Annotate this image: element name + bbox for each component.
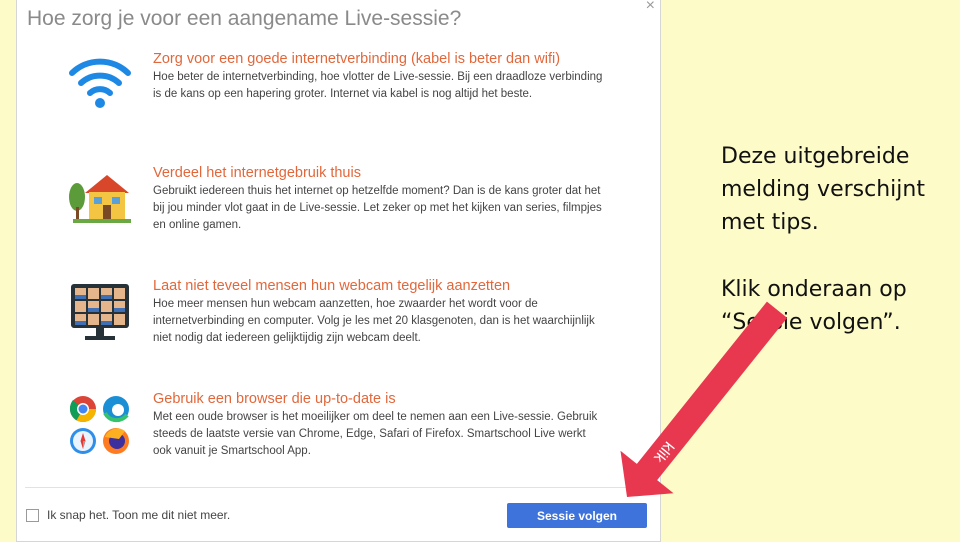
dialog-title: Hoe zorg je voor een aangename Live-sess… <box>27 7 462 30</box>
tip-heading: Gebruik een browser die up-to-date is <box>153 391 396 407</box>
tip-item: Verdeel het internetgebruik thuis Gebrui… <box>17 165 657 235</box>
tip-text: Hoe meer mensen hun webcam aanzetten, ho… <box>153 298 595 344</box>
tip-heading: Verdeel het internetgebruik thuis <box>153 165 361 181</box>
tip-item: Gebruik een browser die up-to-date is Me… <box>17 391 657 461</box>
dont-show-again-checkbox[interactable] <box>26 509 39 522</box>
tip-text: Met een oude browser is het moeilijker o… <box>153 411 598 457</box>
house-icon <box>67 169 133 233</box>
follow-session-button[interactable]: Sessie volgen <box>507 503 647 528</box>
annotation-note: Deze uitgebreide melding verschijnt met … <box>721 144 925 235</box>
tip-heading: Zorg voor een goede internetverbinding (… <box>153 51 561 67</box>
annotation-note: Klik onderaan op “Sessie volgen”. <box>721 277 907 335</box>
wifi-icon <box>67 55 133 119</box>
close-button[interactable]: × <box>646 0 655 15</box>
tip-text: Hoe beter de internetverbinding, hoe vlo… <box>153 71 603 100</box>
webcam-grid-icon <box>67 282 133 346</box>
tip-item: Zorg voor een goede internetverbinding (… <box>17 51 657 121</box>
tip-heading: Laat niet teveel mensen hun webcam tegel… <box>153 278 511 294</box>
tips-dialog: Hoe zorg je voor een aangename Live-sess… <box>16 0 661 542</box>
footer-divider <box>25 487 650 488</box>
tip-text: Gebruikt iedereen thuis het internet op … <box>153 185 602 231</box>
tip-item: Laat niet teveel mensen hun webcam tegel… <box>17 278 657 348</box>
browsers-icon <box>67 395 133 459</box>
dont-show-again-label[interactable]: Ik snap het. Toon me dit niet meer. <box>47 508 230 522</box>
